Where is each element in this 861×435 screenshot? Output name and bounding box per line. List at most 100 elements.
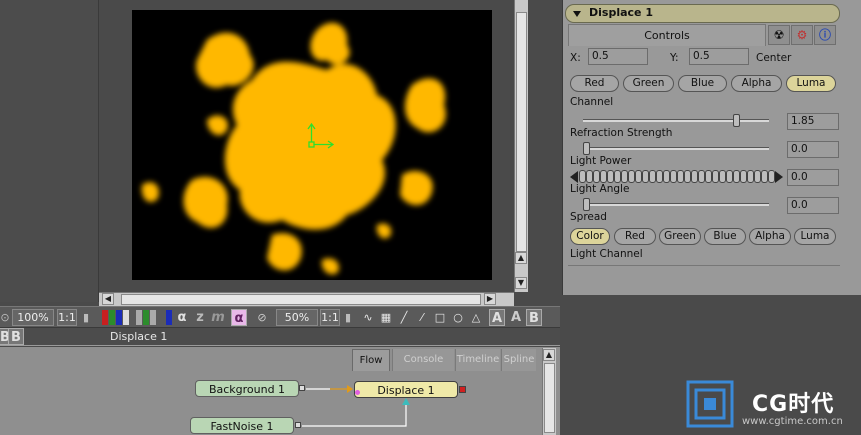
collapse-triangle-icon[interactable] xyxy=(573,11,581,17)
red-channel-icon[interactable] xyxy=(102,310,108,325)
info-icon[interactable]: ⓘ xyxy=(814,25,836,45)
flow-vertical-scrollbar[interactable]: ▲ xyxy=(542,348,556,435)
blue-channel-icon-2[interactable] xyxy=(166,310,172,325)
thumbwheel-bead xyxy=(754,170,761,183)
refraction-slider-knob[interactable] xyxy=(732,114,740,127)
m-channel-icon[interactable]: m xyxy=(210,309,226,326)
brand-url: www.cgtime.com.cn xyxy=(742,416,843,427)
light-power-value-field[interactable]: 0.0 xyxy=(787,141,839,158)
background-node[interactable]: Background 1 xyxy=(195,380,299,397)
spread-label: Spread xyxy=(570,211,607,223)
scrollbar-thumb[interactable] xyxy=(121,294,481,305)
output-port-icon[interactable] xyxy=(299,385,305,391)
output-port-icon-2[interactable] xyxy=(295,422,301,428)
scroll-up-arrow-icon[interactable]: ▲ xyxy=(543,349,555,361)
zoom-right-field[interactable]: 50% xyxy=(276,309,318,326)
refraction-slider-track[interactable] xyxy=(583,119,769,122)
gray-channel-icon[interactable] xyxy=(136,310,142,325)
left-b-button-2[interactable]: B xyxy=(8,328,24,345)
channel-red-button[interactable]: Red xyxy=(570,75,619,92)
light-green-button[interactable]: Green xyxy=(659,228,701,245)
ratio-right-button[interactable]: 1:1 xyxy=(320,309,340,326)
thumbwheel-bead xyxy=(586,170,593,183)
scrollbar-thumb[interactable] xyxy=(516,12,527,252)
light-angle-label: Light Angle xyxy=(570,183,630,195)
spread-slider-knob[interactable] xyxy=(583,198,590,211)
spread-value-field[interactable]: 0.0 xyxy=(787,197,839,214)
thumbwheel-bead xyxy=(761,170,768,183)
view-a-button[interactable]: A xyxy=(489,309,505,326)
light-power-slider-track[interactable] xyxy=(583,147,769,150)
lut-icon[interactable]: ⊘ xyxy=(253,309,271,326)
spline-tool-icon[interactable]: ∿ xyxy=(360,309,376,326)
center-x-field[interactable]: 0.5 xyxy=(588,48,648,65)
scrollbar-thumb[interactable] xyxy=(544,363,555,433)
fastnoise-node[interactable]: FastNoise 1 xyxy=(190,417,294,434)
checker-icon[interactable]: ▦ xyxy=(378,309,394,326)
mask-input-icon[interactable] xyxy=(355,390,360,395)
refraction-value-field[interactable]: 1.85 xyxy=(787,113,839,130)
tool-title: Displace 1 xyxy=(589,6,653,19)
channel-luma-button[interactable]: Luma xyxy=(786,75,836,92)
z-channel-icon[interactable]: z xyxy=(192,309,208,326)
channel-blue-button[interactable]: Blue xyxy=(678,75,727,92)
bars-icon[interactable]: ▮ xyxy=(79,309,93,326)
light-color-button[interactable]: Color xyxy=(570,228,610,245)
light-blue-button[interactable]: Blue xyxy=(704,228,746,245)
light-red-button[interactable]: Red xyxy=(614,228,656,245)
tool-header[interactable]: Displace 1 xyxy=(565,4,840,23)
scroll-up-arrow-icon[interactable]: ▲ xyxy=(515,252,527,264)
light-angle-thumbwheel[interactable] xyxy=(579,170,775,183)
tab-controls[interactable]: Controls xyxy=(568,24,766,46)
circle-icon[interactable]: ○ xyxy=(450,309,466,326)
gray-channel-icon-2[interactable] xyxy=(150,310,156,325)
roi-icon[interactable]: ⊙ xyxy=(0,309,10,326)
left-viewer-pane[interactable] xyxy=(0,0,99,302)
blue-channel-icon[interactable] xyxy=(116,310,122,325)
green-channel-icon[interactable] xyxy=(109,310,115,325)
thumbwheel-bead xyxy=(733,170,740,183)
scroll-down-arrow-icon[interactable]: ▼ xyxy=(515,277,527,289)
light-luma-button[interactable]: Luma xyxy=(794,228,836,245)
bars-icon-2[interactable]: ▮ xyxy=(341,309,355,326)
tab-flow[interactable]: Flow xyxy=(352,349,390,371)
radioactive-icon[interactable]: ☢ xyxy=(768,25,790,45)
viewer-canvas[interactable] xyxy=(132,10,492,280)
angle-increase-icon[interactable] xyxy=(775,171,783,183)
channel-green-button[interactable]: Green xyxy=(623,75,674,92)
view-b-button[interactable]: B xyxy=(526,309,542,326)
thumbwheel-bead xyxy=(600,170,607,183)
spread-slider-track[interactable] xyxy=(583,203,769,206)
triangle-icon[interactable]: △ xyxy=(468,309,484,326)
scroll-left-arrow-icon[interactable]: ◀ xyxy=(102,293,114,305)
rectangle-icon[interactable]: □ xyxy=(432,309,448,326)
brush-icon[interactable]: ╱ xyxy=(396,309,412,326)
cgtime-logo-icon xyxy=(686,380,734,428)
light-alpha-button[interactable]: Alpha xyxy=(749,228,791,245)
displace-node[interactable]: Displace 1 xyxy=(354,381,458,398)
scroll-right-arrow-icon[interactable]: ▶ xyxy=(484,293,496,305)
magic-wand-icon[interactable]: ⁄ xyxy=(414,309,430,326)
panel-divider xyxy=(568,265,840,266)
tab-spline[interactable]: Spline xyxy=(501,349,536,371)
center-y-field[interactable]: 0.5 xyxy=(689,48,749,65)
thumbwheel-bead xyxy=(726,170,733,183)
ratio-left-button[interactable]: 1:1 xyxy=(57,309,77,326)
displace-output-port-icon[interactable] xyxy=(459,386,466,393)
channel-alpha-button[interactable]: Alpha xyxy=(731,75,782,92)
light-power-slider-knob[interactable] xyxy=(583,142,590,155)
light-angle-value-field[interactable]: 0.0 xyxy=(787,169,839,186)
settings-gear-icon[interactable]: ⚙ xyxy=(791,25,813,45)
viewer-vertical-scrollbar[interactable]: ▲ ▼ xyxy=(514,0,528,292)
displaced-noise-image xyxy=(141,22,446,275)
alpha-view-icon[interactable]: α xyxy=(231,309,247,326)
zoom-left-field[interactable]: 100% xyxy=(12,309,54,326)
tab-timeline[interactable]: Timeline xyxy=(455,349,500,371)
alpha-icon[interactable]: α xyxy=(174,309,190,326)
view-ab-button[interactable]: A xyxy=(508,309,524,326)
angle-decrease-icon[interactable] xyxy=(570,171,578,183)
tab-console[interactable]: Console xyxy=(392,349,454,371)
white-channel-icon[interactable] xyxy=(123,310,129,325)
viewer-horizontal-scrollbar[interactable]: ◀ ▶ xyxy=(99,292,514,306)
green-channel-icon-2[interactable] xyxy=(143,310,149,325)
